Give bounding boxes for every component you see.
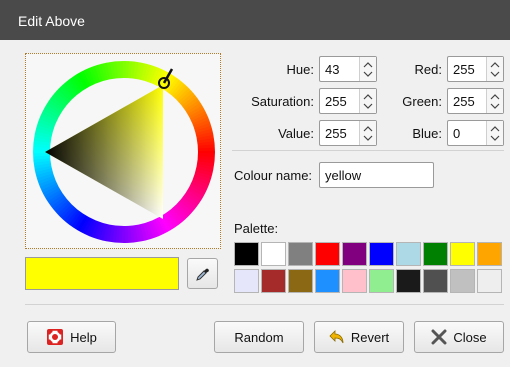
divider	[25, 304, 504, 305]
close-label: Close	[453, 329, 487, 345]
saturation-stepper[interactable]	[359, 89, 376, 113]
saturation-value: 255	[325, 94, 347, 109]
help-button[interactable]: Help	[27, 321, 116, 353]
saturation-spinbox[interactable]: 255	[319, 88, 377, 114]
x-icon	[431, 329, 447, 345]
palette-swatch[interactable]	[369, 242, 394, 266]
blue-stepper[interactable]	[486, 121, 503, 145]
lifebuoy-icon	[47, 329, 64, 345]
green-stepper[interactable]	[486, 89, 503, 113]
random-label: Random	[234, 329, 284, 345]
palette-swatch[interactable]	[342, 269, 367, 293]
blue-label: Blue:	[412, 126, 442, 141]
chevron-down-icon	[490, 71, 500, 77]
chevron-down-icon	[363, 135, 373, 141]
palette-swatch[interactable]	[396, 242, 421, 266]
close-button[interactable]: Close	[414, 321, 504, 353]
chevron-up-icon	[363, 62, 373, 68]
palette-swatch[interactable]	[261, 242, 286, 266]
colour-preview	[25, 257, 179, 290]
colour-name-label: Colour name:	[234, 168, 313, 183]
palette-grid	[234, 242, 504, 294]
random-button[interactable]: Random	[214, 321, 304, 353]
chevron-up-icon	[363, 126, 373, 132]
value-value: 255	[325, 126, 347, 141]
divider	[232, 150, 504, 151]
palette-swatch[interactable]	[450, 269, 475, 293]
eyedropper-icon	[195, 268, 209, 281]
palette-label: Palette:	[234, 221, 279, 236]
colour-wheel[interactable]	[26, 54, 222, 250]
green-spinbox[interactable]: 255	[447, 88, 504, 114]
edit-colour-dialog: Edit Above Hue: 43 Saturation: 255 Value…	[0, 0, 510, 367]
chevron-up-icon	[490, 94, 500, 100]
chevron-up-icon	[363, 94, 373, 100]
value-label: Value:	[278, 126, 314, 141]
red-spinbox[interactable]: 255	[447, 56, 504, 82]
help-label: Help	[70, 329, 97, 345]
undo-arrow-icon	[329, 330, 344, 344]
value-stepper[interactable]	[359, 121, 376, 145]
green-value: 255	[453, 94, 475, 109]
palette-swatch[interactable]	[288, 269, 313, 293]
colour-name-input[interactable]: yellow	[319, 162, 434, 188]
red-value: 255	[453, 62, 475, 77]
palette-swatch[interactable]	[477, 269, 502, 293]
hue-label: Hue:	[286, 62, 314, 77]
palette-swatch[interactable]	[423, 242, 448, 266]
palette-swatch[interactable]	[342, 242, 367, 266]
palette-swatch[interactable]	[396, 269, 421, 293]
hue-spinbox[interactable]: 43	[319, 56, 377, 82]
eyedropper-button[interactable]	[187, 258, 218, 289]
red-stepper[interactable]	[486, 57, 503, 81]
palette-swatch[interactable]	[261, 269, 286, 293]
blue-value: 0	[453, 126, 461, 141]
palette-swatch[interactable]	[477, 242, 502, 266]
saturation-label: Saturation:	[251, 94, 314, 109]
colour-name-value: yellow	[325, 168, 362, 183]
chevron-down-icon	[363, 103, 373, 109]
chevron-up-icon	[490, 126, 500, 132]
title-bar: Edit Above	[0, 0, 510, 40]
chevron-down-icon	[490, 135, 500, 141]
palette-swatch[interactable]	[234, 242, 259, 266]
window-title: Edit Above	[18, 13, 85, 29]
red-label: Red:	[414, 62, 442, 77]
value-spinbox[interactable]: 255	[319, 120, 377, 146]
hue-value: 43	[325, 62, 340, 77]
palette-swatch[interactable]	[234, 269, 259, 293]
revert-button[interactable]: Revert	[314, 321, 404, 353]
palette-swatch[interactable]	[450, 242, 475, 266]
blue-spinbox[interactable]: 0	[447, 120, 504, 146]
palette-swatch[interactable]	[423, 269, 448, 293]
palette-swatch[interactable]	[315, 242, 340, 266]
palette-swatch[interactable]	[315, 269, 340, 293]
revert-label: Revert	[350, 329, 390, 345]
chevron-down-icon	[490, 103, 500, 109]
hue-stepper[interactable]	[359, 57, 376, 81]
palette-swatch[interactable]	[369, 269, 394, 293]
green-label: Green:	[402, 94, 442, 109]
palette-swatch[interactable]	[288, 242, 313, 266]
chevron-down-icon	[363, 71, 373, 77]
chevron-up-icon	[490, 62, 500, 68]
colour-wheel-panel[interactable]	[25, 53, 221, 249]
